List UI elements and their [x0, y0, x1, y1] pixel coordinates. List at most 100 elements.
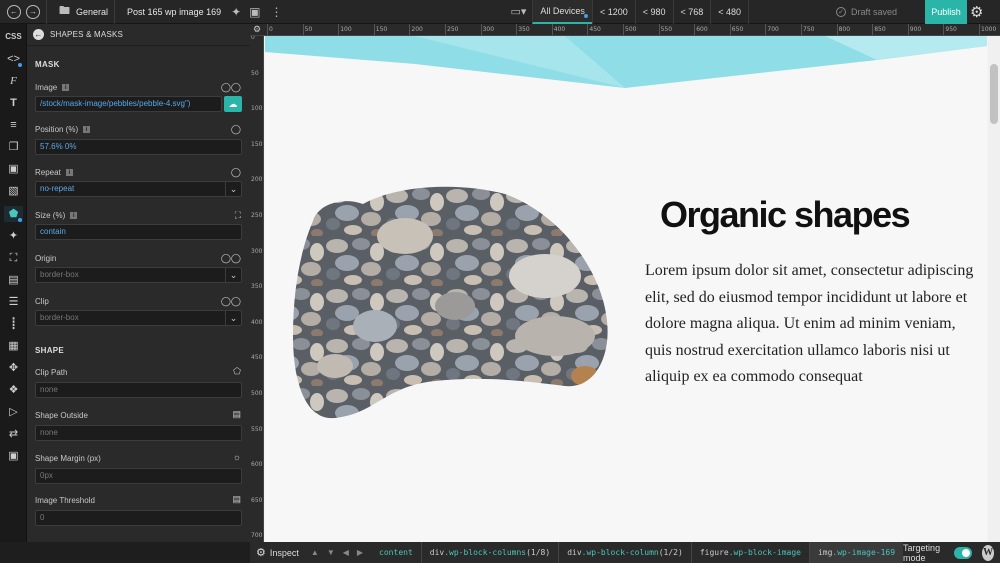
targeting-toggle[interactable]: [953, 546, 973, 559]
sun-icon[interactable]: ☼: [233, 452, 241, 462]
position-field[interactable]: 57.6% 0%: [35, 139, 242, 155]
content-paragraph[interactable]: Lorem ipsum dolor sit amet, consectetur …: [645, 258, 975, 391]
repeat-mask-icon[interactable]: ◯: [231, 167, 241, 178]
ruler-tick: [409, 24, 411, 35]
crumb-class: .wp-block-image: [728, 548, 801, 557]
threshold-icon[interactable]: ▤: [232, 494, 241, 505]
repeat-select[interactable]: no-repeat ⌄: [35, 181, 242, 197]
layout-icon[interactable]: ▤: [4, 272, 23, 288]
origin-select[interactable]: border-box ⌄: [35, 267, 242, 283]
shape-outside-icon[interactable]: ▤: [232, 409, 241, 420]
upload-cloud-icon[interactable]: ☁: [224, 96, 242, 112]
pentagon-icon[interactable]: ⬠: [233, 366, 241, 377]
ruler-tick: [587, 24, 589, 35]
list-icon[interactable]: ☰: [4, 294, 23, 310]
tab-480[interactable]: < 480: [710, 0, 750, 24]
tab-1200[interactable]: < 1200: [591, 0, 635, 24]
flex-icon[interactable]: ┋: [4, 316, 23, 332]
breadcrumb-img[interactable]: img .wp-image-169: [808, 542, 904, 563]
ruler-tick-label: 0: [251, 36, 255, 41]
tab-768[interactable]: < 768: [672, 0, 711, 24]
image-icon[interactable]: ▣: [4, 161, 23, 177]
info-icon[interactable]: i: [65, 169, 73, 176]
tab-all-devices[interactable]: All Devices: [532, 0, 592, 24]
mask-icon[interactable]: ◯: [231, 124, 241, 135]
breadcrumb-content[interactable]: content: [371, 542, 421, 563]
canvas: ⚙ 0 50 100 150 200 250 300 350 400 450 500 550 600 65…: [250, 24, 1000, 542]
content-heading[interactable]: Organic shapes: [660, 194, 911, 236]
mask-icon[interactable]: ◯◯: [221, 296, 241, 307]
back-arrow-icon[interactable]: ←: [33, 29, 44, 40]
info-icon[interactable]: i: [62, 84, 70, 91]
pebble-image[interactable]: [285, 176, 625, 436]
scrollbar-thumb[interactable]: [990, 64, 998, 124]
chevron-down-icon[interactable]: ⌄: [225, 268, 241, 282]
transform-icon[interactable]: ✥: [4, 360, 23, 376]
chevron-down-icon[interactable]: ⌄: [225, 311, 241, 325]
status-text: Draft saved: [851, 7, 898, 17]
ruler-tick-label: 1000: [981, 26, 997, 33]
folder-icon: 🖿: [59, 5, 70, 17]
ruler-tick-label: 400: [251, 318, 263, 326]
scrollbar[interactable]: [988, 36, 1000, 542]
forward-icon[interactable]: →: [26, 4, 40, 19]
top-toolbar: ← → 🖿 General Post 165 wp image 169 ✦ ▣ …: [0, 0, 1000, 24]
info-icon[interactable]: i: [70, 212, 78, 219]
device-select-icon[interactable]: ▭▾: [511, 5, 527, 18]
image-threshold-field[interactable]: 0: [35, 510, 242, 526]
animation-icon[interactable]: ▷: [4, 404, 23, 420]
mask-icon[interactable]: ◯◯: [221, 82, 241, 93]
tab-980[interactable]: < 980: [634, 0, 673, 24]
position-icon[interactable]: ❖: [4, 382, 23, 398]
ruler-tick: [907, 24, 909, 35]
breadcrumb-column[interactable]: div .wp-block-column (1/2): [558, 542, 691, 563]
page-preview[interactable]: Organic shapes Lorem ipsum dolor sit ame…: [265, 36, 987, 542]
nav-arrows-icon[interactable]: ▲▼◀▶: [311, 548, 371, 557]
check-icon: ✓: [836, 7, 846, 17]
box-icon[interactable]: ❐: [4, 139, 23, 155]
pin-icon[interactable]: ✦: [231, 5, 241, 19]
mask-icon[interactable]: ◯◯: [221, 253, 241, 264]
shape-outside-field[interactable]: none: [35, 425, 242, 441]
resize-icon[interactable]: ⛶: [4, 250, 23, 266]
css-button[interactable]: CSS: [4, 29, 23, 45]
breadcrumb-figure[interactable]: figure .wp-block-image: [690, 542, 809, 563]
wordpress-logo-icon[interactable]: W: [982, 544, 994, 561]
breadcrumb-columns[interactable]: div .wp-block-columns (1/8): [420, 542, 558, 563]
inbox-icon[interactable]: ▣: [4, 448, 23, 464]
ruler-settings-icon[interactable]: ⚙: [253, 24, 261, 35]
code-icon[interactable]: <>: [4, 51, 23, 67]
clip-select[interactable]: border-box ⌄: [35, 310, 242, 326]
chevron-down-icon[interactable]: ⌄: [225, 182, 241, 196]
align-icon[interactable]: ≡: [4, 117, 23, 133]
size-frame-icon[interactable]: ⛶: [235, 210, 241, 221]
inspect-button[interactable]: ⚙ Inspect: [256, 546, 299, 559]
publish-button[interactable]: Publish: [925, 0, 967, 24]
ruler-tick: [302, 24, 304, 35]
info-icon[interactable]: i: [83, 126, 91, 133]
crumb-tag: div: [429, 548, 445, 557]
shape-section-title: SHAPE: [35, 346, 65, 355]
ruler-tick-label: 900: [909, 26, 922, 33]
effects-icon[interactable]: ✦: [4, 228, 23, 244]
gradient-icon[interactable]: ▧: [4, 183, 23, 199]
shape-margin-field[interactable]: 0px: [35, 468, 242, 484]
gear-icon[interactable]: ⚙: [970, 3, 983, 21]
image-field[interactable]: /stock/mask-image/pebbles/pebble-4.svg"): [35, 96, 222, 112]
grid-icon[interactable]: ▦: [4, 338, 23, 354]
page-label[interactable]: General: [76, 7, 108, 17]
post-title[interactable]: Post 165 wp image 169: [127, 7, 221, 17]
clip-path-field[interactable]: none: [35, 382, 242, 398]
crumb-class: .wp-image-169: [832, 548, 896, 557]
shapes-masks-icon[interactable]: ⬟: [4, 206, 23, 222]
crumb-tag: img: [817, 548, 833, 557]
preview-icon[interactable]: ▣: [249, 5, 260, 19]
ruler-tick: [445, 24, 446, 35]
transition-icon[interactable]: ⇄: [4, 426, 23, 442]
font-icon[interactable]: F: [4, 73, 23, 89]
text-icon[interactable]: T: [4, 95, 23, 111]
back-icon[interactable]: ←: [7, 4, 21, 19]
label-text: Position (%): [35, 125, 79, 134]
more-icon[interactable]: ⋮: [271, 5, 283, 19]
size-field[interactable]: contain: [35, 224, 242, 240]
